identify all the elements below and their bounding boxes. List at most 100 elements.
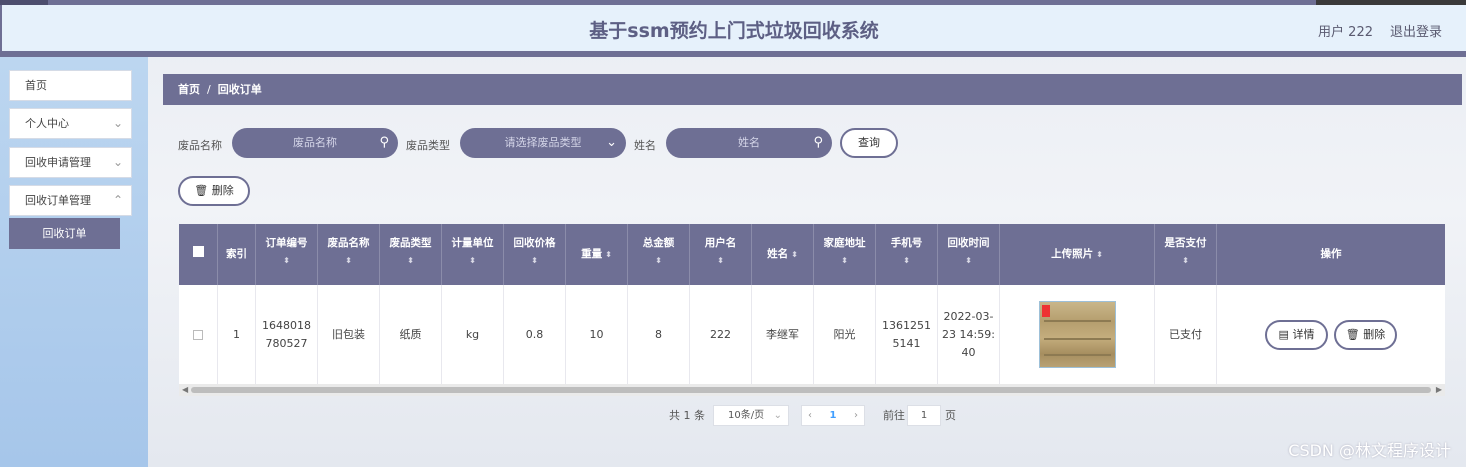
- page-unit-label: 页: [945, 409, 956, 422]
- cell-paid: 已支付: [1155, 285, 1217, 384]
- col-waste-type[interactable]: 废品类型 ⬍: [380, 224, 442, 285]
- col-time[interactable]: 回收时间 ⬍: [938, 224, 1000, 285]
- col-paid[interactable]: 是否支付 ⬍: [1155, 224, 1217, 285]
- cell-index: 1: [218, 285, 256, 384]
- col-total[interactable]: 总金额 ⬍: [628, 224, 690, 285]
- cell-photo: [1000, 285, 1155, 384]
- person-name-input[interactable]: 姓名 ⚲: [666, 128, 832, 158]
- document-icon: ▤: [1278, 327, 1289, 341]
- select-all-checkbox[interactable]: [192, 246, 204, 257]
- sort-icon: ⬍: [655, 256, 662, 265]
- page-size-select[interactable]: 10条/页 ⌄: [713, 405, 789, 426]
- sidebar: 首页 个人中心 ⌄ 回收申请管理 ⌄ 回收订单管理 ⌃ 回收订单: [0, 57, 148, 467]
- scroll-left-icon[interactable]: ◀: [182, 384, 188, 396]
- cell-waste-type: 纸质: [380, 285, 442, 384]
- cell-total: 8: [628, 285, 690, 384]
- chevron-left-icon[interactable]: ‹: [808, 406, 812, 425]
- app-header: 基于ssm预约上门式垃圾回收系统 用户 222 退出登录: [0, 5, 1466, 51]
- batch-delete-button[interactable]: 🗑 删除: [178, 176, 250, 206]
- waste-type-select[interactable]: 请选择废品类型 ⌄: [460, 128, 626, 158]
- col-photo[interactable]: 上传照片 ⬍: [1000, 224, 1155, 285]
- col-phone[interactable]: 手机号 ⬍: [876, 224, 938, 285]
- cell-phone: 13612515141: [876, 285, 938, 384]
- page-navigator: ‹ 1 ›: [801, 405, 865, 426]
- chevron-up-icon: ⌃: [112, 193, 123, 207]
- sidebar-subitem-recycle-order[interactable]: 回收订单: [9, 218, 120, 249]
- waste-name-input[interactable]: 废品名称 ⚲: [232, 128, 398, 158]
- col-price[interactable]: 回收价格 ⬍: [504, 224, 566, 285]
- chevron-down-icon: ⌄: [773, 410, 782, 421]
- header-divider: [0, 51, 1466, 57]
- cell-username: 222: [690, 285, 752, 384]
- person-name-label: 姓名: [634, 139, 656, 152]
- breadcrumb-separator: /: [207, 83, 211, 96]
- col-order-no[interactable]: 订单编号 ⬍: [256, 224, 318, 285]
- breadcrumb-current: 回收订单: [217, 83, 262, 96]
- cell-address: 阳光: [814, 285, 876, 384]
- cell-waste-name: 旧包装: [318, 285, 380, 384]
- col-name[interactable]: 姓名 ⬍: [752, 224, 814, 285]
- sort-icon: ⬍: [407, 256, 414, 265]
- scrollbar-thumb[interactable]: [191, 387, 1431, 393]
- waste-type-label: 废品类型: [406, 139, 450, 152]
- goto-label: 前往: [883, 409, 905, 422]
- scroll-right-icon[interactable]: ▶: [1436, 384, 1442, 396]
- select-all-header: [179, 224, 218, 285]
- col-actions: 操作: [1320, 248, 1342, 260]
- waste-type-placeholder: 请选择废品类型: [504, 136, 582, 149]
- sidebar-item-personal-center[interactable]: 个人中心 ⌄: [9, 108, 132, 139]
- search-button[interactable]: 查询: [840, 128, 898, 158]
- sidebar-item-home[interactable]: 首页: [9, 70, 132, 101]
- row-checkbox[interactable]: [193, 329, 203, 340]
- orders-table: 索引 订单编号 ⬍ 废品名称 ⬍ 废品类型 ⬍ 计量单位 ⬍ 回收价格 ⬍ 重量 ⬍ 总金额…: [179, 224, 1445, 396]
- breadcrumb: 首页 / 回收订单: [163, 74, 1462, 105]
- sort-icon: ⬍: [1096, 250, 1103, 259]
- person-name-placeholder: 姓名: [738, 136, 760, 149]
- app-title: 基于ssm预约上门式垃圾回收系统: [589, 20, 879, 42]
- horizontal-scrollbar[interactable]: ◀ ▶: [179, 384, 1445, 396]
- sort-icon: ⬍: [283, 256, 290, 265]
- cell-name: 李继军: [752, 285, 814, 384]
- sort-icon: ⬍: [1182, 256, 1189, 265]
- sort-icon: ⬍: [469, 256, 476, 265]
- sort-icon: ⬍: [605, 250, 612, 259]
- cell-price: 0.8: [504, 285, 566, 384]
- waste-photo-thumbnail[interactable]: [1038, 301, 1116, 368]
- sort-icon: ⬍: [903, 256, 910, 265]
- chevron-right-icon[interactable]: ›: [854, 406, 858, 425]
- logout-link[interactable]: 退出登录: [1390, 21, 1442, 40]
- waste-name-placeholder: 废品名称: [293, 136, 337, 149]
- col-weight[interactable]: 重量 ⬍: [566, 224, 628, 285]
- csdn-watermark: CSDN @林文程序设计: [1288, 441, 1451, 460]
- cell-weight: 10: [566, 285, 628, 384]
- row-select: [179, 285, 218, 384]
- goto-page-input[interactable]: 1: [907, 405, 941, 426]
- batch-delete-label: 删除: [211, 184, 234, 197]
- cell-time: 2022-03-23 14:59:40: [938, 285, 1000, 384]
- col-unit[interactable]: 计量单位 ⬍: [442, 224, 504, 285]
- table-header: 索引 订单编号 ⬍ 废品名称 ⬍ 废品类型 ⬍ 计量单位 ⬍ 回收价格 ⬍ 重量 ⬍ 总金额…: [179, 224, 1445, 285]
- col-username[interactable]: 用户名 ⬍: [690, 224, 752, 285]
- breadcrumb-home[interactable]: 首页: [178, 83, 200, 96]
- chevron-down-icon: ⌄: [112, 155, 123, 169]
- waste-name-label: 废品名称: [178, 139, 222, 152]
- sort-icon: ⬍: [717, 256, 724, 265]
- chevron-down-icon: ⌄: [606, 135, 617, 150]
- pagination-total: 共 1 条: [669, 409, 705, 422]
- sort-icon: ⬍: [965, 256, 972, 265]
- search-icon: ⚲: [813, 135, 823, 150]
- sidebar-item-label: 首页: [25, 79, 47, 92]
- sort-icon: ⬍: [531, 256, 538, 265]
- row-delete-button[interactable]: 🗑 删除: [1334, 319, 1397, 350]
- detail-button[interactable]: ▤ 详情: [1265, 319, 1328, 350]
- current-user: 用户 222: [1318, 25, 1373, 40]
- col-waste-name[interactable]: 废品名称 ⬍: [318, 224, 380, 285]
- photo-tag: [1041, 305, 1050, 317]
- sort-icon: ⬍: [345, 256, 352, 265]
- sidebar-item-recycle-order[interactable]: 回收订单管理 ⌃: [9, 185, 132, 216]
- col-address[interactable]: 家庭地址 ⬍: [814, 224, 876, 285]
- sidebar-item-recycle-apply[interactable]: 回收申请管理 ⌄: [9, 147, 132, 178]
- col-index: 索引: [218, 224, 256, 285]
- current-page[interactable]: 1: [830, 410, 837, 421]
- cell-order-no: 1648018780527: [256, 285, 318, 384]
